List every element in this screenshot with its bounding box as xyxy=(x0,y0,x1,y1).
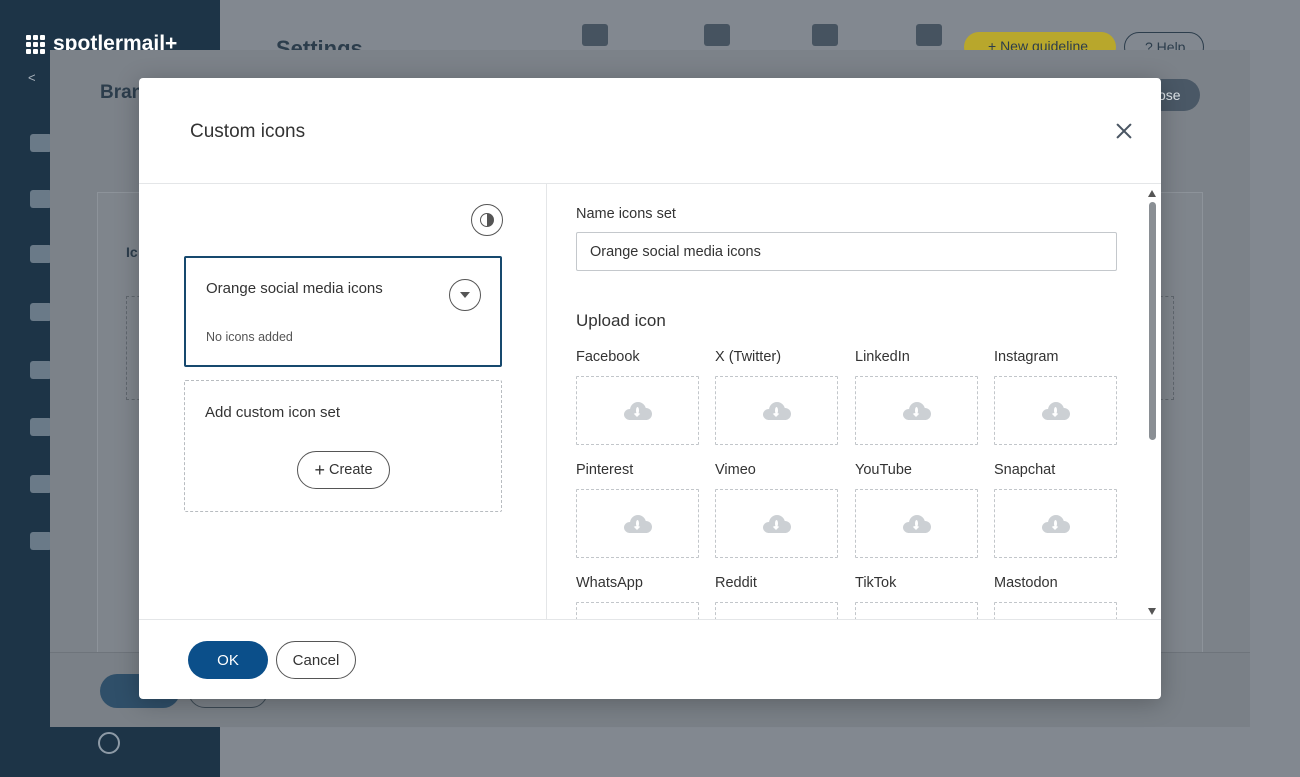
add-icon-set-card: Add custom icon set + Create xyxy=(184,380,502,512)
clipboard-icon xyxy=(30,475,52,493)
icon-slot-label: Pinterest xyxy=(576,462,634,478)
upload-dropzone[interactable] xyxy=(576,489,699,558)
scroll-up-arrow-icon[interactable] xyxy=(1148,190,1156,197)
upload-dropzone[interactable] xyxy=(576,376,699,445)
icon-slot-youtube: YouTube xyxy=(855,462,978,558)
upload-dropzone[interactable] xyxy=(855,489,978,558)
contrast-icon xyxy=(480,213,494,227)
icon-slot-linkedin: LinkedIn xyxy=(855,349,978,445)
icon-slot-label: WhatsApp xyxy=(576,575,643,591)
cloud-download-icon xyxy=(762,401,791,420)
upload-dropzone[interactable] xyxy=(994,376,1117,445)
cloud-download-icon xyxy=(1041,514,1070,533)
upload-dropzone[interactable] xyxy=(994,489,1117,558)
create-button[interactable]: + Create xyxy=(297,451,390,489)
icon-slot-label: Vimeo xyxy=(715,462,756,478)
add-icon-set-label: Add custom icon set xyxy=(205,404,341,421)
editor-scrollbar[interactable] xyxy=(1148,190,1157,619)
icon-slot-label: Mastodon xyxy=(994,575,1058,591)
tag-icon xyxy=(30,190,52,208)
icon-slot-facebook: Facebook xyxy=(576,349,699,445)
send-icon xyxy=(30,134,52,152)
cloud-download-icon xyxy=(902,401,931,420)
upload-dropzone[interactable] xyxy=(855,602,978,619)
dialog-footer: OK Cancel xyxy=(139,619,1161,699)
cloud-download-icon xyxy=(762,514,791,533)
icon-slot-reddit: Reddit xyxy=(715,575,838,619)
chevron-down-icon[interactable] xyxy=(449,279,481,311)
contrast-toggle-button[interactable] xyxy=(471,204,503,236)
cloud-download-icon xyxy=(1041,401,1070,420)
upload-dropzone[interactable] xyxy=(715,376,838,445)
gear-icon xyxy=(30,245,52,263)
icon-set-editor: Name icons set Upload icon Facebook X (T… xyxy=(548,184,1161,619)
custom-icons-dialog: Custom icons Orange social media icons N… xyxy=(139,78,1161,699)
icon-slot-snapchat: Snapchat xyxy=(994,462,1117,558)
scrollbar-thumb[interactable] xyxy=(1149,202,1156,440)
icon-slot-pinterest: Pinterest xyxy=(576,462,699,558)
icon-slot-label: Instagram xyxy=(994,349,1059,365)
panel-card-label: Ic xyxy=(126,244,138,260)
plus-icon: + xyxy=(314,460,325,480)
dialog-body: Orange social media icons No icons added… xyxy=(139,184,1161,619)
icon-slot-tiktok: TikTok xyxy=(855,575,978,619)
app-topbar: Settings + New guideline ? Help xyxy=(220,0,1300,62)
icon-slot-label: YouTube xyxy=(855,462,912,478)
lock-icon xyxy=(916,24,942,46)
icon-set-card[interactable]: Orange social media icons No icons added xyxy=(184,256,502,367)
upload-icon-heading: Upload icon xyxy=(576,311,666,330)
icon-slot-x-twitter: X (Twitter) xyxy=(715,349,838,445)
dialog-header: Custom icons xyxy=(139,78,1161,184)
plug-icon xyxy=(812,24,838,46)
icon-slot-label: TikTok xyxy=(855,575,897,591)
form-icon xyxy=(30,418,52,436)
cancel-button[interactable]: Cancel xyxy=(276,641,356,679)
scroll-down-arrow-icon[interactable] xyxy=(1148,608,1156,615)
upload-dropzone[interactable] xyxy=(994,602,1117,619)
close-icon[interactable] xyxy=(1114,121,1134,141)
cloud-download-icon xyxy=(623,401,652,420)
icon-slot-label: Facebook xyxy=(576,349,640,365)
icon-sets-column: Orange social media icons No icons added… xyxy=(139,184,547,619)
upload-dropzone[interactable] xyxy=(576,602,699,619)
create-label: Create xyxy=(328,462,373,478)
icon-set-name: Orange social media icons xyxy=(206,280,383,297)
panel-title: Bran xyxy=(100,82,144,103)
icon-slot-vimeo: Vimeo xyxy=(715,462,838,558)
apps-grid-icon xyxy=(26,34,45,54)
document-icon xyxy=(30,303,52,321)
upload-dropzone[interactable] xyxy=(715,602,838,619)
upload-dropzone[interactable] xyxy=(715,489,838,558)
upload-dropzone[interactable] xyxy=(855,376,978,445)
cloud-download-icon xyxy=(623,514,652,533)
credit-card-icon xyxy=(582,24,608,46)
icon-slot-instagram: Instagram xyxy=(994,349,1117,445)
cloud-download-icon xyxy=(902,514,931,533)
back-icon: < xyxy=(28,70,36,85)
power-icon xyxy=(98,732,120,754)
name-icons-set-input[interactable] xyxy=(576,232,1117,271)
icon-slot-label: X (Twitter) xyxy=(715,349,782,365)
ok-button[interactable]: OK xyxy=(188,641,268,679)
list-icon xyxy=(30,532,52,550)
icon-slot-label: Snapchat xyxy=(994,462,1056,478)
icon-slot-mastodon: Mastodon xyxy=(994,575,1117,619)
sliders-icon xyxy=(704,24,730,46)
dialog-title: Custom icons xyxy=(190,121,306,142)
name-icons-set-label: Name icons set xyxy=(576,206,676,222)
icon-set-status: No icons added xyxy=(206,330,293,344)
users-icon xyxy=(30,361,52,379)
icon-slot-whatsapp: WhatsApp xyxy=(576,575,699,619)
icon-slot-label: LinkedIn xyxy=(855,349,910,365)
icon-slot-label: Reddit xyxy=(715,575,757,591)
